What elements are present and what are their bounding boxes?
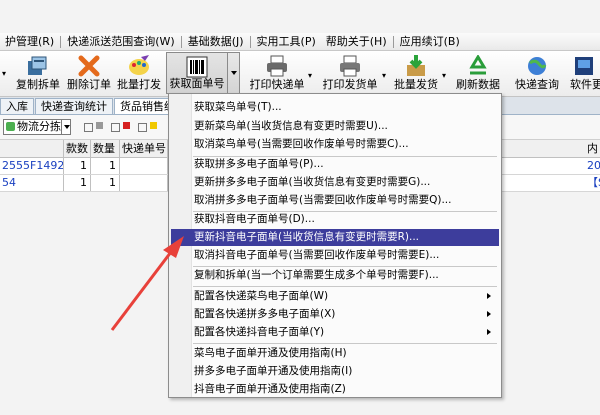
get-waybill-number-button[interactable]: 获取面单号 — [166, 52, 228, 94]
update-icon — [575, 57, 593, 75]
dropdown-arrow-icon: ▾ — [2, 69, 7, 78]
globe-icon — [528, 57, 547, 75]
menu-item-guide-cainiao[interactable]: 菜鸟电子面单开通及使用指南(H) — [171, 345, 499, 362]
logistics-sort-dropdown-arrow[interactable] — [61, 119, 71, 135]
barcode-icon — [186, 56, 208, 78]
copy-split-button[interactable]: 复制拆单 — [12, 52, 64, 94]
order-id-cell: 2555F149268 — [2, 158, 64, 174]
toolbar: ▾ 复制拆单 删除订单 批量打发 获取面单号 打印快递单 ▾ 打印发货单 ▾ 批… — [0, 51, 600, 97]
menu-renew[interactable]: 应用续订(B) — [395, 33, 465, 50]
print-express-dropdown-icon[interactable]: ▾ — [308, 71, 312, 80]
submenu-arrow-icon — [487, 329, 491, 335]
right-cell: 【S — [587, 176, 600, 189]
menu-separator — [249, 35, 251, 48]
menu-tools[interactable]: 实用工具(P) — [252, 33, 321, 50]
submenu-arrow-icon — [487, 311, 491, 317]
menu-item-config-pdd[interactable]: 配置各快递拼多多电子面单(X) — [171, 306, 499, 323]
menu-item-get-douyin-no[interactable]: 获取抖音电子面单号(D)... — [171, 211, 499, 228]
refresh-data-button[interactable]: 刷新数据 — [452, 52, 504, 94]
yellow-flag-icon — [150, 122, 157, 129]
menu-delivery-range-query[interactable]: 快递派送范围查询(W) — [62, 33, 179, 50]
menu-separator — [193, 343, 497, 344]
ship-download-icon — [407, 55, 425, 76]
menu-item-cancel-cainiao[interactable]: 取消菜鸟单号(当需要回收作废单号时需要C)... — [171, 136, 499, 153]
toolbar-cut-button[interactable]: ▾ — [0, 52, 8, 94]
delete-x-icon — [78, 55, 100, 77]
get-waybill-dropdown-button[interactable] — [228, 52, 240, 94]
tab-express-query-stats[interactable]: 快递查询统计 — [35, 98, 113, 114]
software-update-button[interactable]: 软件更 — [568, 52, 600, 94]
menu-separator — [392, 35, 394, 48]
shuliang-cell: 1 — [91, 158, 120, 174]
kuanshu-cell: 1 — [64, 175, 91, 191]
menu-item-cancel-pdd[interactable]: 取消拼多多电子面单号(当需要回收作废单号时需要Q)... — [171, 192, 499, 209]
express-no-cell — [120, 158, 168, 174]
kuanshu-cell: 1 — [64, 158, 91, 174]
menu-item-update-pdd[interactable]: 更新拼多多电子面单(当收货信息有变更时需要G)... — [171, 174, 499, 191]
column-header-express-no[interactable]: 快递单号 — [120, 140, 168, 157]
menu-help[interactable]: 帮助关于(H) — [321, 33, 392, 50]
express-no-cell — [120, 175, 168, 191]
flag-filter-checkbox[interactable] — [138, 123, 147, 132]
menu-bar: 护管理(R) 快递派送范围查询(W) 基础数据(J) 实用工具(P) 帮助关于(… — [0, 33, 600, 51]
menu-item-get-cainiao-no[interactable]: 获取菜鸟单号(T)... — [171, 99, 499, 116]
menu-item-copy-split[interactable]: 复制和拆单(当一个订单需要生成多个单号时需要F)... — [171, 267, 499, 284]
flag-filter-checkbox[interactable] — [111, 123, 120, 132]
menu-item-cancel-douyin[interactable]: 取消抖音电子面单号(当需要回收作废单号时需要E)... — [171, 247, 499, 264]
menu-item-config-douyin[interactable]: 配置各快递抖音电子面单(Y) — [171, 324, 499, 341]
order-id-cell: 54 — [0, 175, 64, 191]
palette-icon — [129, 55, 149, 75]
right-cell: 201 — [587, 159, 600, 172]
menu-item-config-cainiao[interactable]: 配置各快递菜鸟电子面单(W) — [171, 288, 499, 305]
copy-split-icon — [28, 56, 47, 75]
flag-filter-checkbox[interactable] — [84, 123, 93, 132]
batch-print-ship-button[interactable]: 批量打发 — [114, 52, 164, 94]
red-flag-icon — [123, 122, 130, 129]
column-header[interactable] — [0, 140, 64, 157]
delete-order-button[interactable]: 删除订单 — [64, 52, 114, 94]
menu-item-guide-douyin[interactable]: 抖音电子面单开通及使用指南(Z) — [171, 381, 499, 398]
get-waybill-dropdown-menu: 获取菜鸟单号(T)... 更新菜鸟单(当收货信息有变更时需要U)... 取消菜鸟… — [168, 93, 502, 398]
submenu-arrow-icon — [487, 293, 491, 299]
batch-ship-dropdown-icon[interactable]: ▾ — [442, 71, 446, 80]
shuliang-cell: 1 — [91, 175, 120, 191]
refresh-recycle-icon — [469, 55, 487, 75]
batch-ship-button[interactable]: 批量发货 — [390, 52, 442, 94]
menu-item-update-douyin[interactable]: 更新抖音电子面单(当收货信息有变更时需要R)... — [171, 229, 499, 246]
printer-icon — [267, 55, 287, 77]
sort-icon — [6, 122, 15, 131]
menu-basic-data[interactable]: 基础数据(J) — [183, 33, 249, 50]
print-express-button[interactable]: 打印快递单 — [246, 52, 308, 94]
column-header-right[interactable]: 内 — [585, 140, 600, 157]
column-header-kuanshu[interactable]: 款数 — [64, 140, 91, 157]
grey-flag-icon — [96, 122, 103, 129]
express-query-button[interactable]: 快递查询 — [508, 52, 566, 94]
menu-separator — [60, 35, 62, 48]
menu-maintenance[interactable]: 护管理(R) — [0, 33, 59, 50]
menu-item-get-pdd-no[interactable]: 获取拼多多电子面单号(P)... — [171, 156, 499, 173]
tab-stock-in[interactable]: 入库 — [0, 98, 34, 114]
menu-item-guide-pdd[interactable]: 拼多多电子面单开通及使用指南(I) — [171, 363, 499, 380]
menu-separator — [193, 286, 497, 287]
column-header-shuliang[interactable]: 数量 — [91, 140, 120, 157]
printer-icon — [340, 55, 360, 77]
print-invoice-dropdown-icon[interactable]: ▾ — [382, 71, 386, 80]
menu-item-update-cainiao[interactable]: 更新菜鸟单(当收货信息有变更时需要U)... — [171, 118, 499, 135]
print-invoice-button[interactable]: 打印发货单 — [318, 52, 382, 94]
menu-separator — [180, 35, 182, 48]
